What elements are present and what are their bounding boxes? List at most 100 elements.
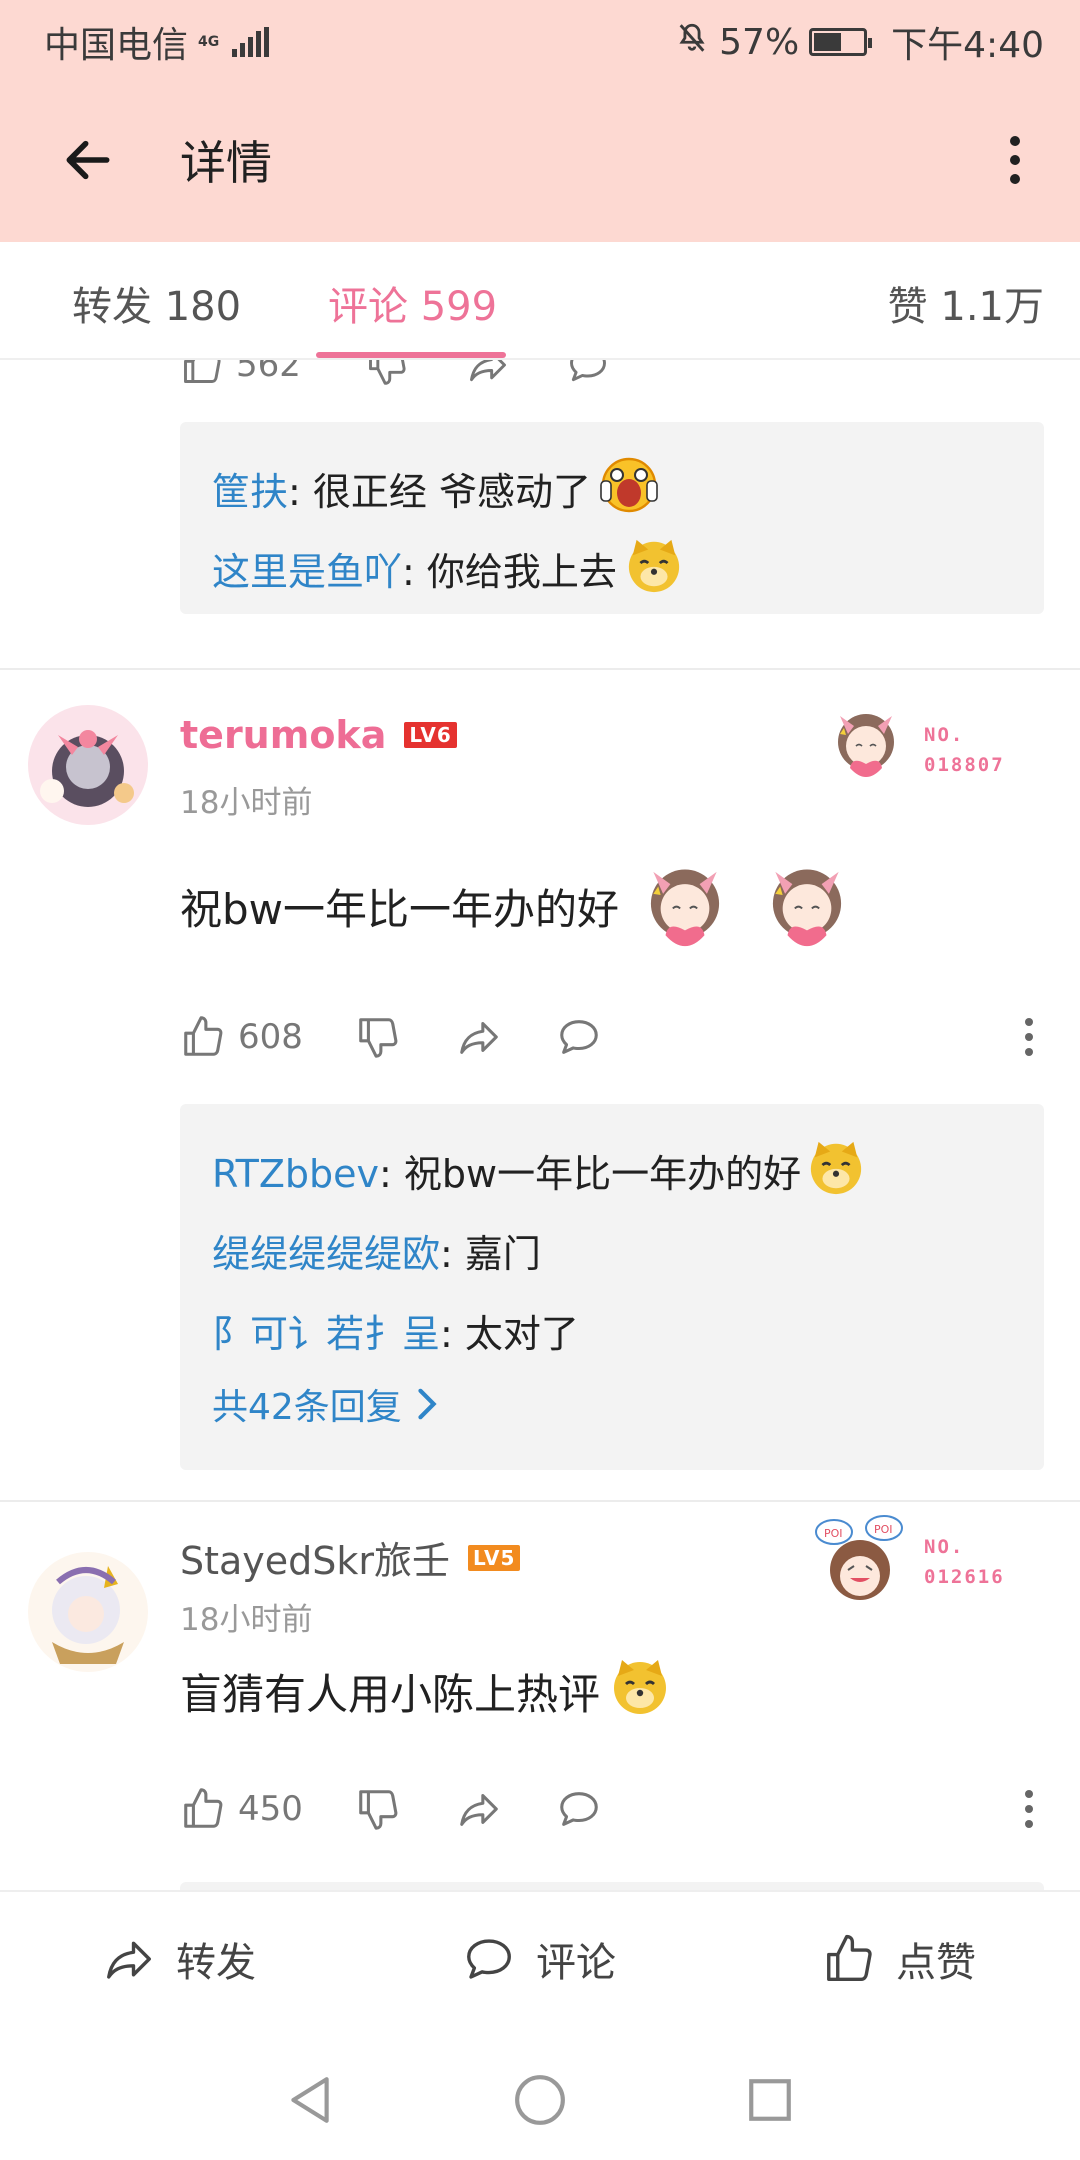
- like-button[interactable]: 450: [180, 1774, 303, 1844]
- chibi-girl-heart-icon: [838, 714, 894, 777]
- network-type: 4G: [198, 34, 220, 50]
- avatar[interactable]: [28, 705, 148, 825]
- share-button[interactable]: [465, 360, 511, 400]
- reply-line[interactable]: 筐扶 : 很正经 爷感动了: [212, 452, 1044, 532]
- repost-label: 转发: [176, 1940, 256, 1986]
- speech-bubble-icon: [560, 1020, 598, 1054]
- comment-list[interactable]: 562 筐扶 : 很正经 爷感动了 这里是鱼吖 : 你给我上去 terumoka…: [0, 360, 1080, 1890]
- nav-back-button[interactable]: [280, 2070, 340, 2130]
- share-arrow-icon: [460, 1022, 498, 1054]
- reply-preview-box[interactable]: [180, 1882, 1044, 1890]
- avatar[interactable]: [28, 1552, 148, 1672]
- dislike-button[interactable]: [355, 1774, 401, 1844]
- share-button[interactable]: [455, 1002, 503, 1072]
- mute-bell-icon: [675, 21, 709, 64]
- comment-button[interactable]: 评论: [460, 1930, 616, 1988]
- tab-likes[interactable]: 赞 1.1万: [888, 274, 1044, 332]
- chibi-heart-sticker-icon: [772, 869, 842, 947]
- like-button[interactable]: 562: [180, 360, 301, 400]
- comment-text[interactable]: 祝bw一年比一年办的好: [180, 850, 863, 962]
- reply-button[interactable]: [555, 1002, 603, 1072]
- doge-emoji: [610, 1656, 670, 1726]
- more-vertical-icon: [1025, 1018, 1033, 1026]
- speech-bubble-icon: [560, 1792, 598, 1826]
- reply-line[interactable]: 缇缇缇缇缇欧 : 嘉门: [212, 1214, 1044, 1294]
- speech-bubble-icon: [570, 360, 606, 382]
- comment-username[interactable]: terumoka LV6: [180, 713, 457, 757]
- comment-actions: 450: [180, 1774, 1044, 1844]
- more-vertical-icon: [1010, 136, 1020, 146]
- fan-badge: POI POI NO. 012616: [815, 1510, 1020, 1610]
- reply-text: : 很正经 爷感动了: [288, 470, 591, 514]
- reply-preview-box[interactable]: 筐扶 : 很正经 爷感动了 这里是鱼吖 : 你给我上去: [180, 422, 1044, 614]
- share-icon: [107, 1941, 151, 1979]
- reply-line[interactable]: RTZbbev : 祝bw一年比一年办的好: [212, 1134, 1044, 1214]
- comment-username[interactable]: StayedSkr旅壬 LV5: [180, 1530, 521, 1585]
- reply-line[interactable]: 阝可讠若扌呈 : 太对了: [212, 1294, 1044, 1374]
- view-all-replies-link[interactable]: 共42条回复: [212, 1374, 1044, 1434]
- reply-button[interactable]: [555, 1774, 603, 1844]
- bottom-action-bar: 转发 评论 点赞: [0, 1890, 1080, 2040]
- username-text[interactable]: terumoka: [180, 713, 386, 757]
- comment-actions: 608: [180, 1002, 1044, 1072]
- more-menu-button[interactable]: [980, 120, 1050, 200]
- nav-home-button[interactable]: [510, 2070, 570, 2130]
- comment-item: terumoka LV6 18小时前 NO. 018807 祝bw一年比一年办的好…: [0, 670, 1080, 1470]
- comment-time: 18小时前: [180, 1602, 313, 1638]
- reply-text: : 嘉门: [440, 1232, 541, 1276]
- reply-text: : 祝bw一年比一年办的好: [379, 1152, 802, 1196]
- level-badge: LV5: [468, 1544, 521, 1571]
- badge-number: NO. 018807: [924, 724, 1005, 776]
- badge-number: NO. 012616: [924, 1536, 1005, 1588]
- reply-preview-box[interactable]: RTZbbev : 祝bw一年比一年办的好 缇缇缇缇缇欧 : 嘉门 阝可讠若扌呈…: [180, 1104, 1044, 1470]
- like-count: 608: [238, 1017, 303, 1057]
- chevron-right-icon: [418, 1388, 437, 1420]
- top-bar: 中国电信 4G 57% 下午4:40 详情: [0, 0, 1080, 242]
- app-bar: 详情: [0, 75, 1080, 242]
- reply-username[interactable]: 阝可讠若扌呈: [212, 1306, 440, 1362]
- back-triangle-icon: [291, 2077, 329, 2123]
- comment-time: 18小时前: [180, 785, 313, 821]
- shocked-face-emoji: [599, 457, 659, 528]
- comment-item: StayedSkr旅壬 LV5 18小时前 POI POI NO. 012616 盲…: [0, 1502, 1080, 1890]
- like-label: 点赞: [896, 1940, 976, 1986]
- active-tab-indicator: [316, 352, 506, 358]
- level-badge: LV6: [404, 722, 457, 748]
- dislike-button[interactable]: [355, 1002, 401, 1072]
- previous-comment-actions: 562: [180, 360, 1040, 390]
- doge-emoji: [807, 1138, 865, 1211]
- battery-percent: 57%: [719, 21, 800, 63]
- dislike-button[interactable]: [365, 360, 409, 400]
- tab-reposts[interactable]: 转发 180: [72, 274, 241, 332]
- battery-icon: [809, 28, 873, 56]
- page-title: 详情: [180, 136, 272, 190]
- tab-bar: 转发 180 评论 599 赞 1.1万: [0, 242, 1080, 360]
- like-post-button[interactable]: 点赞: [820, 1930, 976, 1988]
- comment-more-button[interactable]: [1014, 1002, 1044, 1072]
- reply-button[interactable]: [565, 360, 611, 400]
- comment-body: 盲猜有人用小陈上热评: [180, 1669, 601, 1719]
- share-button[interactable]: [455, 1774, 503, 1844]
- svg-text:POI: POI: [824, 1527, 843, 1540]
- back-button[interactable]: [48, 120, 128, 200]
- svg-text:POI: POI: [874, 1523, 893, 1536]
- thumb-down-icon: [369, 360, 406, 385]
- recents-square-icon: [749, 2079, 791, 2121]
- thumb-down-icon: [359, 1018, 398, 1058]
- reply-username[interactable]: 筐扶: [212, 464, 288, 520]
- reply-username[interactable]: 这里是鱼吖: [212, 544, 402, 600]
- reply-username[interactable]: RTZbbev: [212, 1146, 379, 1202]
- tab-comments[interactable]: 评论 599: [328, 274, 497, 332]
- repost-button[interactable]: 转发: [100, 1930, 256, 1988]
- reply-username[interactable]: 缇缇缇缇缇欧: [212, 1226, 440, 1282]
- like-button[interactable]: 608: [180, 1002, 303, 1072]
- comment-label: 评论: [536, 1940, 616, 1986]
- username-text[interactable]: StayedSkr旅壬: [180, 1530, 450, 1585]
- reply-line[interactable]: 这里是鱼吖 : 你给我上去: [212, 532, 1044, 612]
- comment-more-button[interactable]: [1014, 1774, 1044, 1844]
- nav-recents-button[interactable]: [740, 2070, 800, 2130]
- share-arrow-icon: [460, 1794, 498, 1826]
- thumb-down-icon: [359, 1790, 398, 1830]
- comment-text[interactable]: 盲猜有人用小陈上热评: [180, 1656, 670, 1726]
- like-count: 450: [238, 1789, 303, 1829]
